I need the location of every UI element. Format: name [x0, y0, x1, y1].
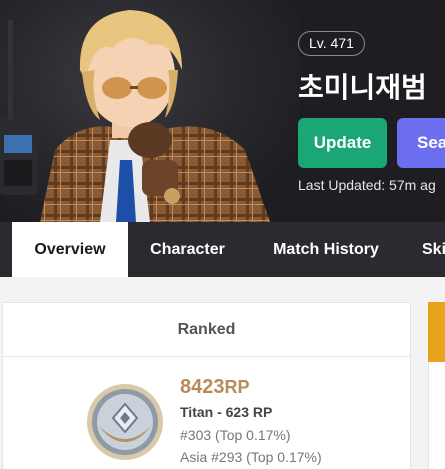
profile-tabs: Overview Character Match History Ski	[0, 222, 445, 277]
tab-skill[interactable]: Ski	[414, 222, 445, 277]
tier-label: Titan - 623 RP	[180, 404, 273, 420]
region-rank: Asia #293 (Top 0.17%)	[180, 449, 322, 465]
player-name: 초미니재범	[298, 71, 427, 104]
tab-character[interactable]: Character	[135, 222, 240, 277]
last-updated-text: Last Updated: 57m ag	[298, 177, 436, 193]
ranked-card-title: Ranked	[3, 303, 410, 357]
tab-match-history[interactable]: Match History	[256, 222, 396, 277]
side-card-header	[428, 302, 445, 362]
tab-overview[interactable]: Overview	[12, 222, 128, 277]
search-button[interactable]: Sea	[397, 118, 445, 168]
titan-tier-emblem-icon	[87, 384, 163, 460]
profile-page: Lv. 471 초미니재범 Update Sea Last Updated: 5…	[0, 0, 445, 469]
update-button[interactable]: Update	[298, 118, 387, 168]
ranked-points: 8423RP	[180, 376, 250, 399]
character-portrait	[0, 10, 270, 222]
ranked-points-value: 8423	[180, 376, 225, 398]
ranked-card: Ranked 8423RP Titan - 623 RP #303 (Top 0…	[2, 302, 411, 469]
profile-banner: Lv. 471 초미니재범 Update Sea Last Updated: 5…	[0, 0, 445, 222]
level-badge: Lv. 471	[298, 31, 365, 56]
global-rank: #303 (Top 0.17%)	[180, 427, 291, 443]
side-card	[428, 362, 445, 469]
ranked-points-unit: RP	[224, 377, 250, 397]
